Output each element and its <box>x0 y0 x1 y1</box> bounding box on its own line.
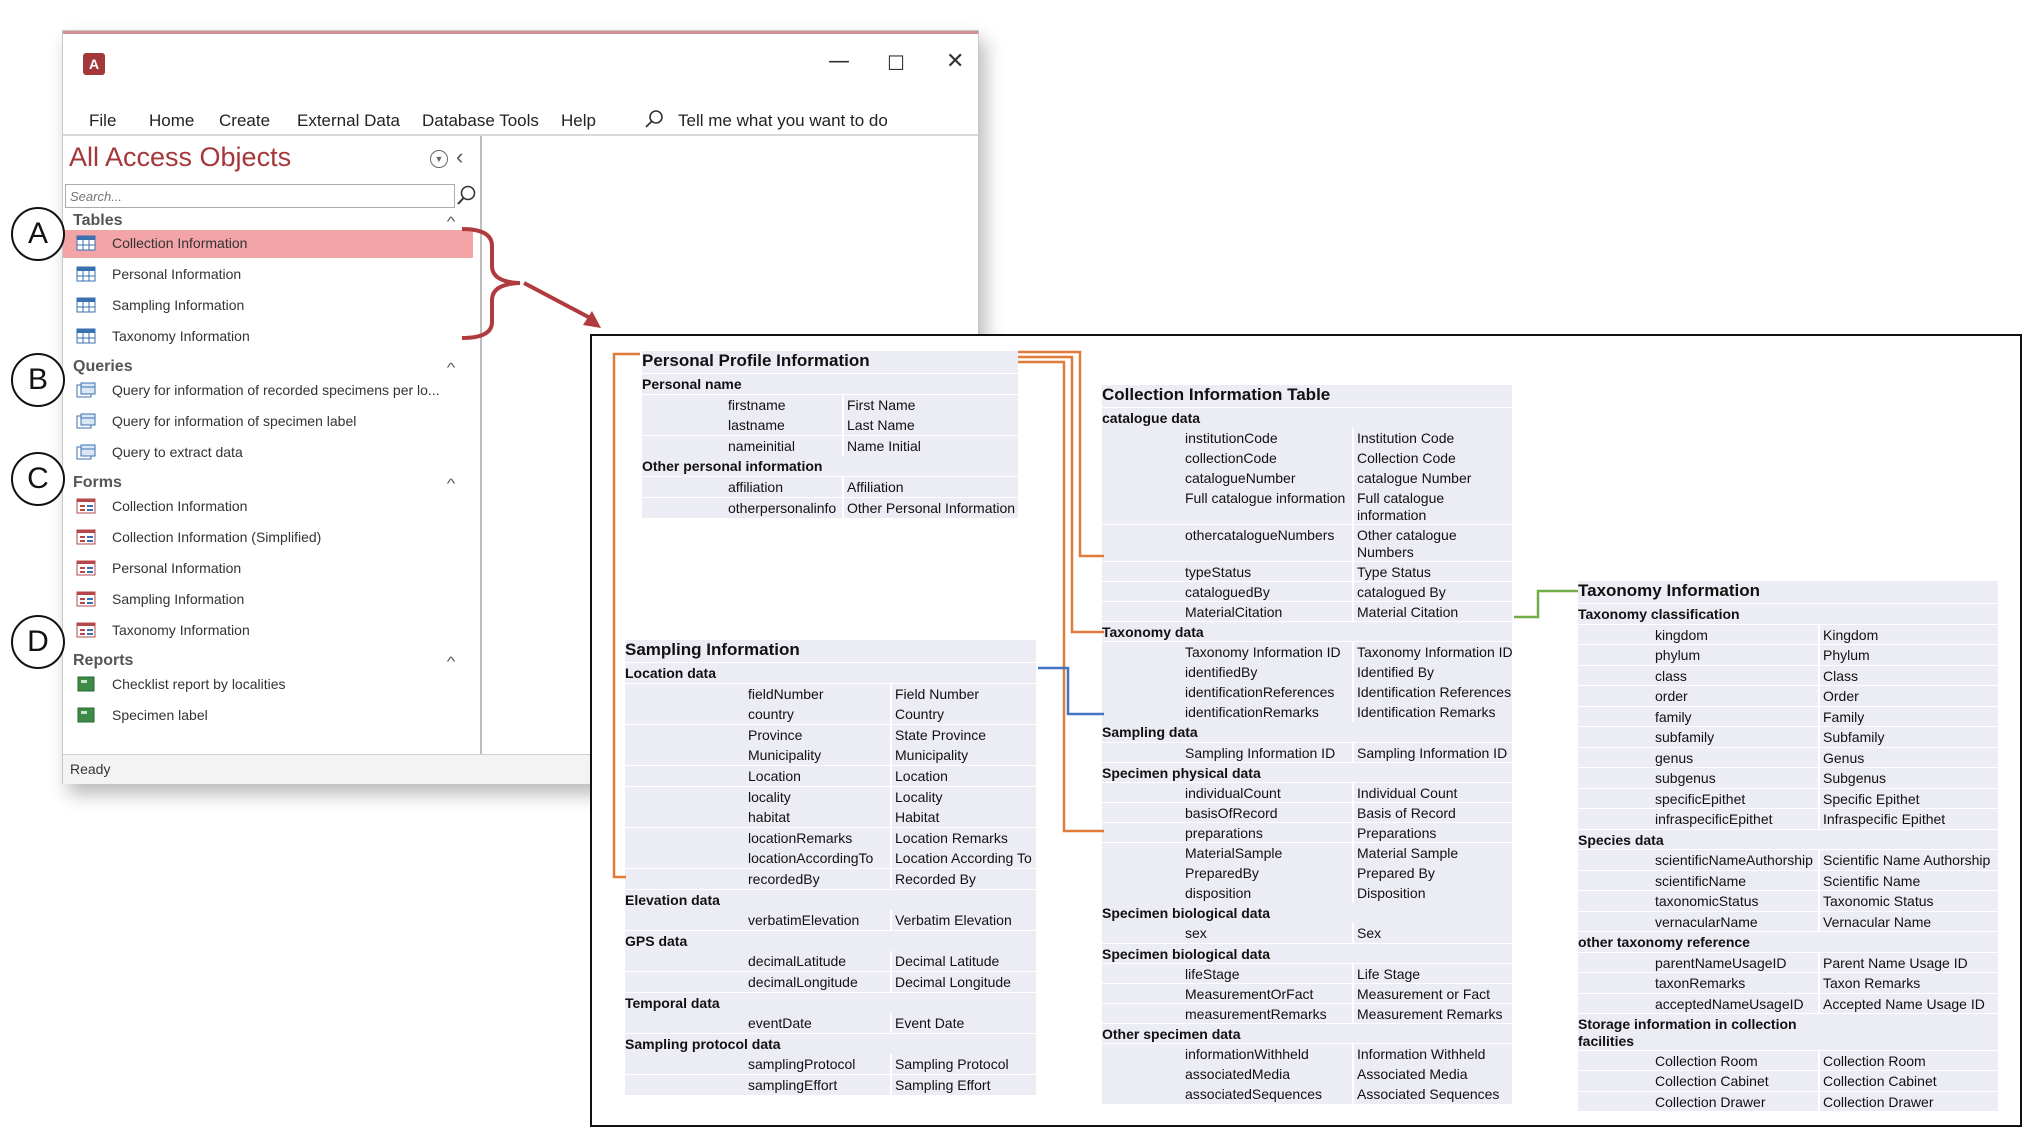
connector-lines <box>461 227 1578 879</box>
link-collection-taxonomy <box>1514 589 1578 619</box>
link-personal-collection-3 <box>1018 360 1104 833</box>
brace-connector <box>461 227 521 340</box>
link-personal-collection-1 <box>1018 350 1104 558</box>
link-personal-sampling <box>612 352 640 879</box>
arrow-connector <box>523 281 595 322</box>
link-sampling-collection <box>1038 666 1104 716</box>
link-personal-collection-2 <box>1018 355 1104 634</box>
